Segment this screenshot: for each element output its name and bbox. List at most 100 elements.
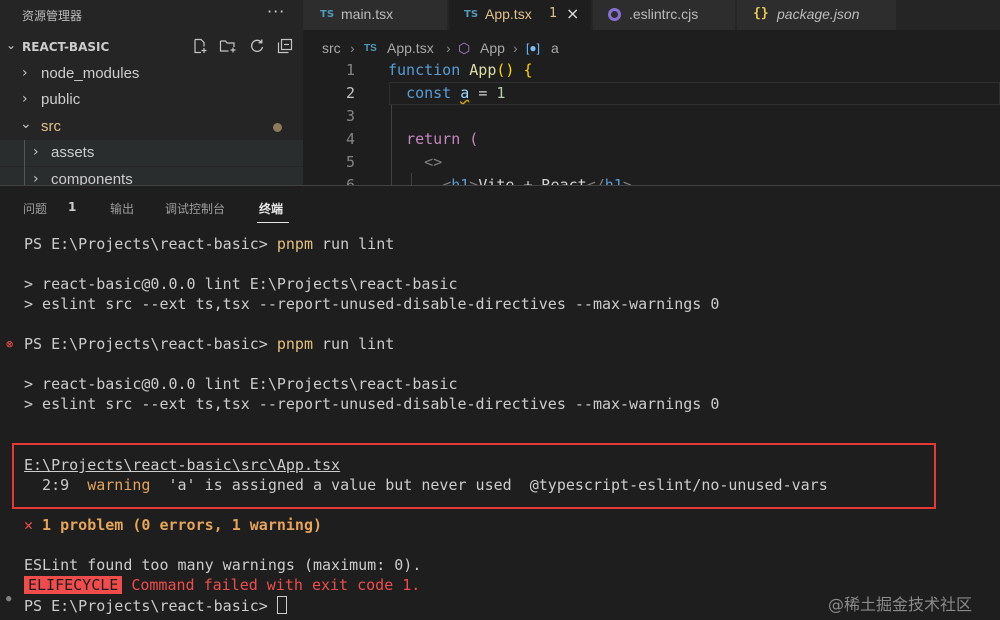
line-number: 6 bbox=[345, 176, 355, 185]
tree-item-src[interactable]: ⌄ src bbox=[0, 114, 303, 140]
tab-label: package.json bbox=[777, 6, 860, 22]
code-line: 3 bbox=[303, 105, 1000, 128]
tree-item-components[interactable]: › components bbox=[0, 167, 303, 185]
line-number: 3 bbox=[345, 107, 355, 125]
failure-message: Command failed with exit code 1. bbox=[122, 576, 421, 594]
breadcrumb-item-component[interactable]: App bbox=[480, 40, 505, 56]
tree-item-label: components bbox=[51, 171, 133, 185]
watermark: @稀土掘金技术社区 bbox=[828, 595, 973, 614]
tree-item-node-modules[interactable]: › node_modules bbox=[0, 61, 303, 87]
more-actions-icon[interactable]: ··· bbox=[267, 2, 285, 21]
problem-summary-text: 1 problem (0 errors, 1 warning) bbox=[33, 516, 323, 534]
code-text: const a = 1 bbox=[406, 84, 506, 102]
tab-eslintrc[interactable]: .eslintrc.cjs bbox=[593, 0, 736, 30]
prompt: PS E:\Projects\react-basic> bbox=[24, 597, 277, 615]
chevron-right-icon: › bbox=[513, 40, 518, 56]
prompt: PS E:\Projects\react-basic> bbox=[24, 235, 277, 253]
terminal-line: > eslint src --ext ts,tsx --report-unuse… bbox=[24, 295, 720, 313]
highlight-annotation-box bbox=[12, 443, 936, 509]
terminal-line: ESLint found too many warnings (maximum:… bbox=[24, 556, 422, 574]
terminal-line: > react-basic@0.0.0 lint E:\Projects\rea… bbox=[24, 375, 458, 393]
project-name: REACT-BASIC bbox=[22, 40, 110, 54]
tab-label: App.tsx bbox=[485, 6, 532, 22]
terminal-line: PS E:\Projects\react-basic> pnpm run lin… bbox=[24, 335, 394, 355]
tree-item-assets[interactable]: › assets bbox=[0, 140, 303, 166]
variable-icon: [●] bbox=[526, 41, 540, 55]
typescript-icon: TS bbox=[364, 43, 377, 54]
explorer-header: 资源管理器 ··· bbox=[0, 0, 303, 30]
modified-dot-icon bbox=[273, 123, 282, 132]
code-line: 6 <h1>Vite + React</h1> bbox=[303, 174, 1000, 185]
bottom-panel: 问题 1 输出 调试控制台 终端 PS E:\Projects\react-ba… bbox=[0, 185, 1000, 620]
tab-debug-console[interactable]: 调试控制台 bbox=[165, 200, 225, 217]
breadcrumb-item-src[interactable]: src bbox=[322, 40, 341, 56]
terminal-output[interactable]: PS E:\Projects\react-basic> pnpm run lin… bbox=[0, 234, 1000, 619]
collapse-all-icon[interactable] bbox=[275, 38, 295, 58]
typescript-icon: TS bbox=[320, 9, 335, 20]
chevron-right-icon: › bbox=[446, 40, 451, 56]
chevron-right-icon: › bbox=[22, 91, 28, 107]
line-number: 2 bbox=[345, 84, 355, 102]
terminal-cursor bbox=[276, 596, 287, 614]
tab-label: .eslintrc.cjs bbox=[629, 6, 699, 22]
chevron-right-icon: › bbox=[22, 65, 28, 81]
command: pnpm bbox=[276, 235, 313, 253]
close-icon: ✕ bbox=[24, 516, 34, 534]
breadcrumb-item-variable[interactable]: a bbox=[551, 40, 559, 56]
component-icon: ⬡ bbox=[458, 40, 471, 56]
tab-terminal[interactable]: 终端 bbox=[259, 200, 283, 217]
terminal-line: ELIFECYCLE Command failed with exit code… bbox=[24, 576, 420, 596]
tab-package-json[interactable]: {} package.json bbox=[737, 0, 897, 30]
tab-label: main.tsx bbox=[341, 6, 394, 22]
elifecycle-badge: ELIFECYCLE bbox=[24, 576, 123, 594]
line-number: 5 bbox=[345, 153, 355, 171]
active-tab-indicator bbox=[257, 222, 289, 223]
tab-main-tsx[interactable]: TS main.tsx bbox=[303, 0, 448, 30]
tab-problems[interactable]: 问题 bbox=[23, 200, 47, 217]
tab-app-tsx[interactable]: TS App.tsx 1 × bbox=[449, 0, 592, 30]
code-line: 1 function App() { bbox=[303, 59, 1000, 82]
chevron-down-icon: ⌄ bbox=[20, 116, 32, 132]
refresh-icon[interactable] bbox=[247, 38, 267, 58]
code-line: 2 const a = 1 bbox=[303, 82, 1000, 105]
close-icon[interactable]: × bbox=[566, 4, 579, 23]
problem-summary: ✕ 1 problem (0 errors, 1 warning) bbox=[24, 516, 322, 536]
terminal-line: > react-basic@0.0.0 lint E:\Projects\rea… bbox=[24, 275, 458, 293]
code-line: 4 return ( bbox=[303, 128, 1000, 151]
terminal-line: PS E:\Projects\react-basic> pnpm run lin… bbox=[24, 235, 394, 255]
json-icon: {} bbox=[753, 6, 769, 21]
chevron-right-icon: › bbox=[33, 171, 39, 185]
tab-bar: 资源管理器 ··· TS main.tsx TS App.tsx 1 × .es… bbox=[0, 0, 1000, 30]
terminal-line: > eslint src --ext ts,tsx --report-unuse… bbox=[24, 395, 720, 413]
new-file-icon[interactable] bbox=[190, 38, 210, 58]
prompt: PS E:\Projects\react-basic> bbox=[24, 335, 277, 353]
explorer-sidebar: ⌄ REACT-BASIC › node_modules › public ⌄ … bbox=[0, 30, 303, 185]
code-text: return ( bbox=[406, 130, 479, 148]
new-folder-icon[interactable] bbox=[218, 38, 238, 58]
code-text: function App() { bbox=[388, 61, 533, 79]
tree-item-label: public bbox=[41, 91, 81, 108]
project-header[interactable]: ⌄ REACT-BASIC bbox=[0, 38, 303, 60]
tree-item-label: assets bbox=[51, 144, 95, 161]
chevron-down-icon: ⌄ bbox=[6, 38, 17, 52]
breadcrumb-item-file[interactable]: App.tsx bbox=[387, 40, 434, 56]
code-text: <> bbox=[424, 153, 443, 171]
line-number: 1 bbox=[345, 61, 355, 79]
indent-guide bbox=[24, 140, 25, 185]
code-editor[interactable]: src › TS App.tsx › ⬡ App › [●] a 1 funct… bbox=[303, 30, 1000, 185]
tree-item-public[interactable]: › public bbox=[0, 87, 303, 113]
chevron-right-icon: › bbox=[33, 144, 39, 160]
tab-output[interactable]: 输出 bbox=[110, 200, 134, 217]
terminal-line: PS E:\Projects\react-basic> bbox=[24, 596, 287, 616]
code-line: 5 <> bbox=[303, 151, 1000, 174]
tree-item-label: node_modules bbox=[41, 65, 140, 82]
chevron-right-icon: › bbox=[350, 40, 355, 56]
eslint-icon bbox=[608, 8, 621, 21]
command-args: run lint bbox=[313, 235, 395, 253]
command-args: run lint bbox=[313, 335, 395, 353]
status-dot-icon: ● bbox=[6, 594, 12, 604]
explorer-title: 资源管理器 bbox=[22, 9, 83, 23]
tree-item-label: src bbox=[41, 118, 61, 135]
breadcrumb: src › TS App.tsx › ⬡ App › [●] a bbox=[303, 30, 1000, 56]
typescript-icon: TS bbox=[464, 9, 479, 20]
